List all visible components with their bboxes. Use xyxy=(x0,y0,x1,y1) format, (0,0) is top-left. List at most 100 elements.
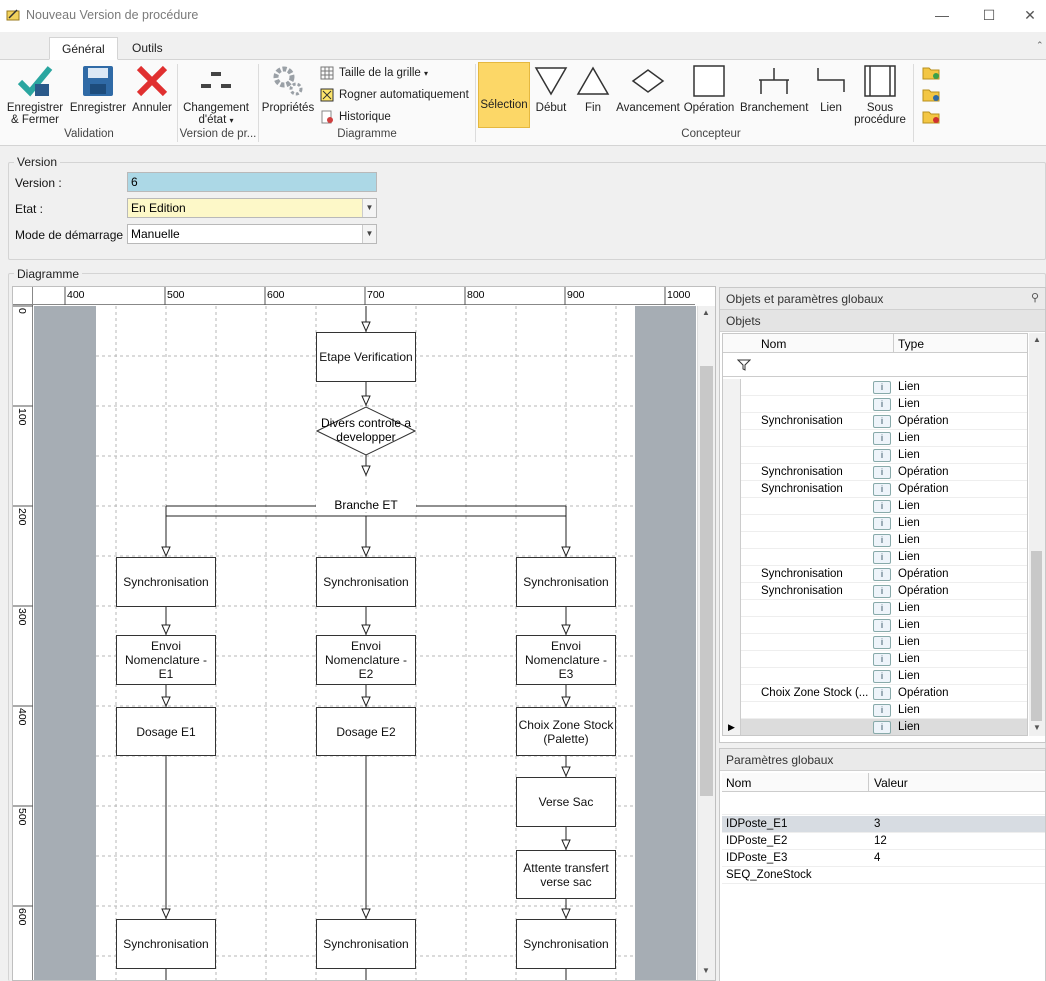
tool-sous-procedure-button[interactable]: Sous procédure xyxy=(853,64,907,126)
row-header[interactable] xyxy=(723,668,741,685)
version-field[interactable]: 6 xyxy=(127,172,377,192)
tool-avancement-button[interactable]: Avancement xyxy=(616,64,680,114)
node-envoi-e3[interactable]: Envoi Nomenclature - E3 xyxy=(516,635,616,685)
objects-row[interactable]: i Lien xyxy=(723,532,1027,549)
objects-row[interactable]: i Lien xyxy=(723,498,1027,515)
col-type[interactable]: Type xyxy=(898,337,924,351)
row-header[interactable] xyxy=(723,634,741,651)
objects-row[interactable]: i Lien xyxy=(723,379,1027,396)
params-row[interactable]: SEQ_ZoneStock xyxy=(722,867,1045,884)
node-dosage-e1[interactable]: Dosage E1 xyxy=(116,707,216,756)
row-header[interactable] xyxy=(723,430,741,447)
node-sync-2[interactable]: Synchronisation xyxy=(316,557,416,607)
objects-row[interactable]: Synchronisation i Opération xyxy=(723,481,1027,498)
objects-row[interactable]: i Lien xyxy=(723,600,1027,617)
row-header[interactable] xyxy=(723,549,741,566)
row-header[interactable] xyxy=(723,617,741,634)
cancel-button[interactable]: Annuler xyxy=(130,64,174,114)
node-attente-transfert[interactable]: Attente transfert verse sac xyxy=(516,850,616,899)
params-row[interactable]: IDPoste_E3 4 xyxy=(722,850,1045,867)
tool-fin-button[interactable]: Fin xyxy=(575,64,611,114)
objects-row[interactable]: i Lien xyxy=(723,549,1027,566)
row-header[interactable] xyxy=(723,651,741,668)
objects-scrollbar[interactable]: ▲ ▼ xyxy=(1029,333,1045,736)
scroll-up-icon[interactable]: ▲ xyxy=(1033,335,1041,344)
objects-row[interactable]: i Lien xyxy=(723,634,1027,651)
folder-edit-icon[interactable] xyxy=(922,88,940,102)
row-header[interactable] xyxy=(723,566,741,583)
objects-scroll-thumb[interactable] xyxy=(1031,551,1042,721)
objects-row[interactable]: Synchronisation i Opération xyxy=(723,583,1027,600)
pin-icon[interactable]: ⚲ xyxy=(1031,291,1039,304)
scroll-down-icon[interactable]: ▼ xyxy=(1033,723,1041,732)
node-sync-1[interactable]: Synchronisation xyxy=(116,557,216,607)
row-header[interactable] xyxy=(723,532,741,549)
etat-select[interactable]: En Edition ▼ xyxy=(127,198,377,218)
node-sync-5[interactable]: Synchronisation xyxy=(316,919,416,969)
diagram-canvas[interactable]: 400 500 600 700 800 900 1000 0 100 200 3… xyxy=(12,286,716,981)
mode-select[interactable]: Manuelle ▼ xyxy=(127,224,377,244)
row-header[interactable] xyxy=(723,413,741,430)
row-header[interactable] xyxy=(723,464,741,481)
row-header[interactable] xyxy=(723,600,741,617)
objects-row[interactable]: Synchronisation i Opération xyxy=(723,566,1027,583)
minimize-button[interactable]: — xyxy=(922,4,962,26)
objects-row[interactable]: Synchronisation i Opération xyxy=(723,413,1027,430)
maximize-button[interactable]: ☐ xyxy=(969,4,1009,26)
params-filter-row[interactable] xyxy=(722,792,1045,815)
canvas-scrollbar[interactable]: ▲ ▼ xyxy=(697,306,715,980)
col-valeur[interactable]: Valeur xyxy=(874,776,908,790)
objects-row[interactable]: i Lien xyxy=(723,515,1027,532)
tool-lien-button[interactable]: Lien xyxy=(812,64,850,114)
params-row[interactable]: IDPoste_E2 12 xyxy=(722,833,1045,850)
node-envoi-e2[interactable]: Envoi Nomenclature - E2 xyxy=(316,635,416,685)
scroll-down-icon[interactable]: ▼ xyxy=(702,966,710,975)
folder-add-icon[interactable] xyxy=(922,66,940,80)
row-header[interactable] xyxy=(723,396,741,413)
node-sync-3[interactable]: Synchronisation xyxy=(516,557,616,607)
row-header[interactable] xyxy=(723,481,741,498)
close-window-button[interactable]: ✕ xyxy=(1014,4,1046,26)
properties-button[interactable]: Propriétés xyxy=(261,64,315,114)
row-header[interactable] xyxy=(723,379,741,396)
objects-row[interactable]: i Lien xyxy=(723,651,1027,668)
objects-row[interactable]: i Lien xyxy=(723,617,1027,634)
auto-crop-button[interactable]: Rogner automatiquement xyxy=(320,86,469,104)
col-nom[interactable]: Nom xyxy=(761,337,786,351)
tool-debut-button[interactable]: Début xyxy=(533,64,569,114)
filter-icon[interactable] xyxy=(737,358,751,372)
objects-row[interactable]: Synchronisation i Opération xyxy=(723,464,1027,481)
node-envoi-e1[interactable]: Envoi Nomenclature - E1 xyxy=(116,635,216,685)
row-header[interactable] xyxy=(723,515,741,532)
node-choix-zone-stock[interactable]: Choix Zone Stock (Palette) xyxy=(516,707,616,756)
change-state-button[interactable]: Changement d'état ▾ xyxy=(180,64,252,127)
folder-delete-icon[interactable] xyxy=(922,110,940,124)
row-header[interactable] xyxy=(723,685,741,702)
node-sync-4[interactable]: Synchronisation xyxy=(116,919,216,969)
save-button[interactable]: Enregistrer xyxy=(69,64,127,114)
params-row[interactable]: IDPoste_E1 3 xyxy=(722,816,1045,833)
objects-row[interactable]: i Lien xyxy=(723,430,1027,447)
node-sync-6[interactable]: Synchronisation xyxy=(516,919,616,969)
objects-row[interactable]: ▶ i Lien xyxy=(723,719,1027,735)
save-close-button[interactable]: Enregistrer & Fermer xyxy=(4,64,66,126)
tab-general[interactable]: Général xyxy=(49,37,118,60)
history-button[interactable]: Historique xyxy=(320,108,391,126)
tool-operation-button[interactable]: Opération xyxy=(683,64,735,114)
objects-row[interactable]: i Lien xyxy=(723,396,1027,413)
node-dosage-e2[interactable]: Dosage E2 xyxy=(316,707,416,756)
chevron-down-icon[interactable]: ▼ xyxy=(362,225,376,243)
row-header[interactable]: ▶ xyxy=(723,719,741,735)
node-etape-verification[interactable]: Etape Verification xyxy=(316,332,416,382)
collapse-ribbon-icon[interactable]: ⌃ xyxy=(1036,40,1044,51)
node-verse-sac[interactable]: Verse Sac xyxy=(516,777,616,827)
tool-branchement-button[interactable]: Branchement xyxy=(740,64,808,114)
objects-filter-row[interactable] xyxy=(723,353,1027,377)
tab-outils[interactable]: Outils xyxy=(120,37,175,60)
row-header[interactable] xyxy=(723,498,741,515)
tool-selection-button[interactable]: Sélection xyxy=(478,62,530,128)
chevron-down-icon[interactable]: ▼ xyxy=(362,199,376,217)
row-header[interactable] xyxy=(723,702,741,719)
objects-row[interactable]: i Lien xyxy=(723,447,1027,464)
scroll-up-icon[interactable]: ▲ xyxy=(702,308,710,317)
